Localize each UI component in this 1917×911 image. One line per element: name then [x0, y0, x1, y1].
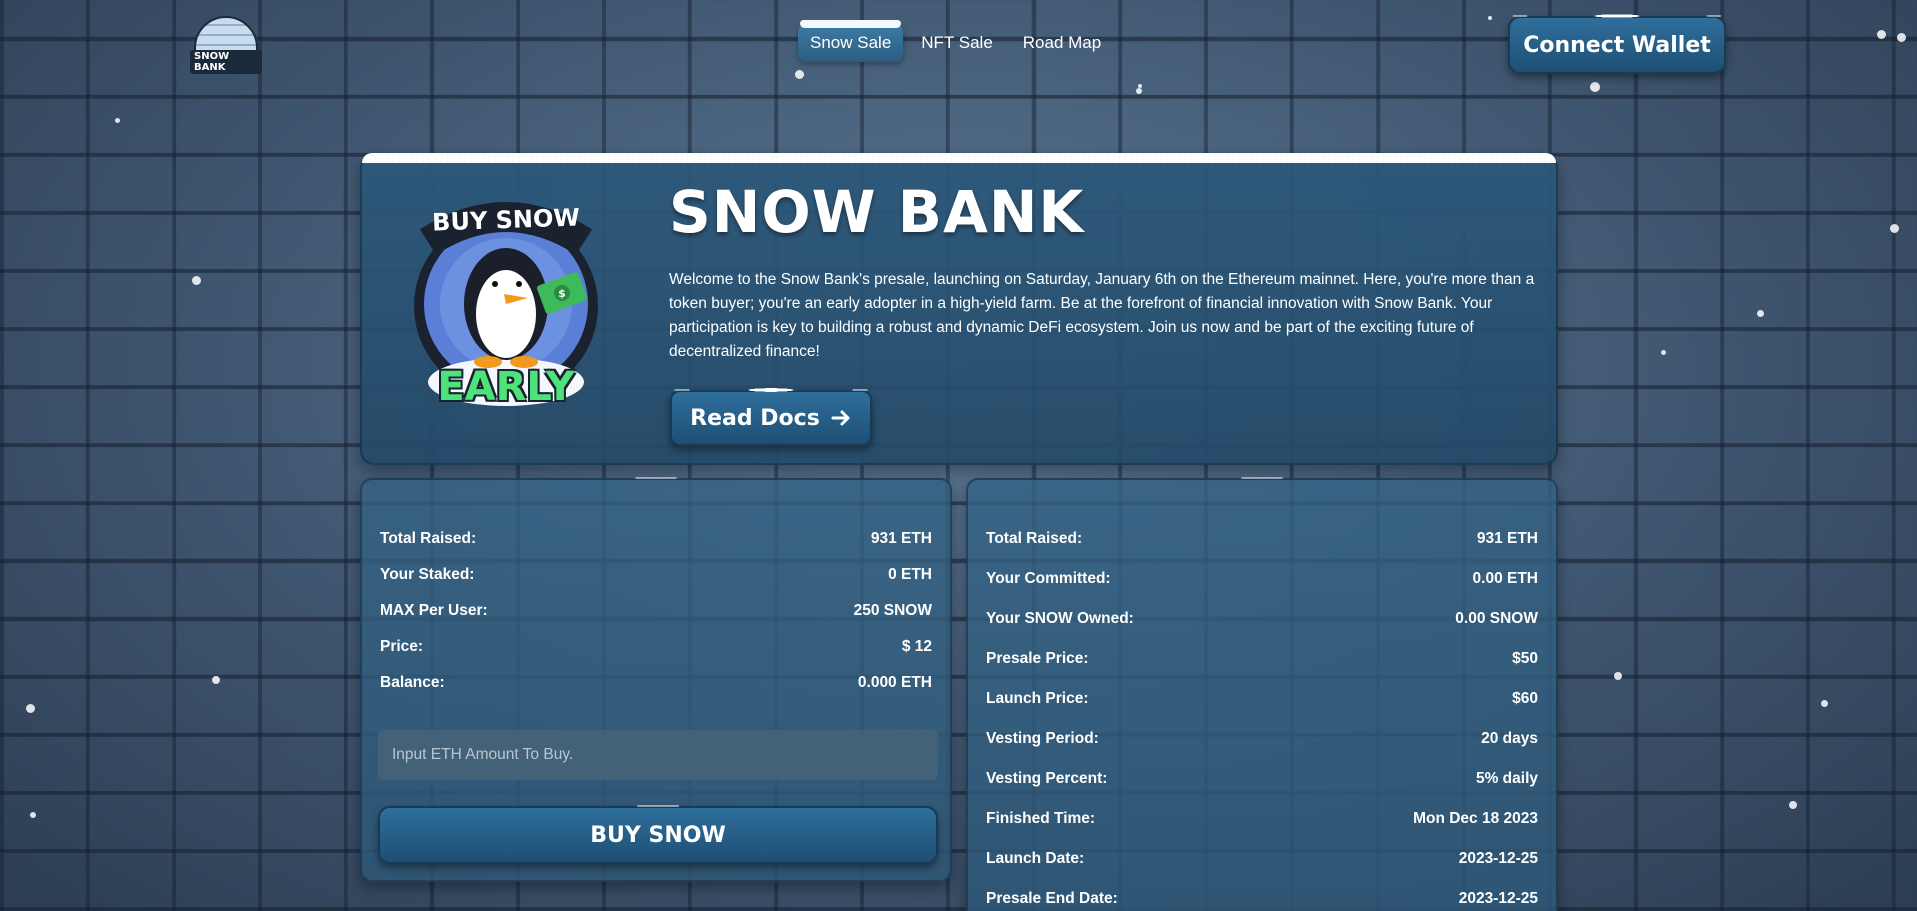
stat-row-balance: Balance: 0.000 ETH [380, 674, 932, 692]
stat-row-total-raised: Total Raised: 931 ETH [380, 530, 932, 548]
snowflake [1488, 16, 1492, 20]
buy-snow-button[interactable]: BUY SNOW [378, 802, 938, 864]
info-row-finished-time: Finished Time: Mon Dec 18 2023 [986, 810, 1538, 828]
snowflake [115, 118, 120, 123]
info-row-total-raised: Total Raised: 931 ETH [986, 530, 1538, 548]
stat-value: 0.000 ETH [857, 674, 932, 691]
stat-row-max-per-user: MAX Per User: 250 SNOW [380, 602, 932, 620]
info-row-presale-price: Presale Price: $50 [986, 650, 1538, 668]
svg-text:$: $ [558, 287, 566, 300]
snowcap [362, 474, 950, 486]
main-nav: Snow Sale NFT Sale Road Map [798, 20, 1113, 62]
info-value: Mon Dec 18 2023 [1413, 810, 1538, 827]
logo[interactable]: SNOW BANK [190, 16, 262, 74]
stat-label: Balance: [380, 674, 445, 691]
info-row-presale-end-date: Presale End Date: 2023-12-25 [986, 890, 1538, 908]
info-label: Your SNOW Owned: [986, 610, 1134, 627]
snowflake [1757, 310, 1764, 317]
info-value: $60 [1512, 690, 1538, 707]
info-row-vesting-percent: Vesting Percent: 5% daily [986, 770, 1538, 788]
info-value: 2023-12-25 [1458, 890, 1538, 907]
info-value: 5% daily [1475, 770, 1538, 787]
nav-nft-sale[interactable]: NFT Sale [909, 24, 1005, 62]
info-label: Launch Date: [986, 850, 1085, 867]
info-value: $50 [1512, 650, 1538, 667]
nav-snow-sale[interactable]: Snow Sale [798, 20, 904, 62]
stat-value: 0 ETH [888, 566, 932, 583]
buy-snow-label: BUY SNOW [590, 822, 726, 848]
snowflake [1614, 672, 1622, 680]
snowflake [1877, 30, 1886, 39]
connect-wallet-button[interactable]: Connect Wallet [1508, 12, 1726, 74]
info-label: Vesting Period: [986, 730, 1099, 747]
snowcap [968, 474, 1556, 486]
info-label: Finished Time: [986, 810, 1096, 827]
stat-label: Price: [380, 638, 424, 655]
hero-description: Welcome to the Snow Bank's presale, laun… [669, 271, 1535, 360]
nav-road-map[interactable]: Road Map [1011, 24, 1113, 62]
read-docs-button[interactable]: Read Docs [670, 386, 872, 446]
snowflake [1136, 88, 1142, 94]
snowflake [26, 704, 35, 713]
stat-value: 931 ETH [870, 530, 932, 547]
arrow-right-icon [831, 410, 850, 426]
stat-value: $ 12 [901, 638, 932, 655]
snowflake [1789, 801, 1797, 809]
snowflake [30, 812, 36, 818]
info-label: Total Raised: [986, 530, 1083, 547]
info-label: Presale Price: [986, 650, 1089, 667]
stat-label: Your Staked: [380, 566, 475, 583]
info-label: Launch Price: [986, 690, 1089, 707]
info-value: 0.00 ETH [1472, 570, 1538, 587]
snowflake [1890, 224, 1899, 233]
stat-row-price: Price: $ 12 [380, 638, 932, 656]
info-row-vesting-period: Vesting Period: 20 days [986, 730, 1538, 748]
snowcap [672, 386, 870, 398]
snowcap [380, 802, 936, 814]
info-label: Your Committed: [986, 570, 1111, 587]
info-label: Vesting Percent: [986, 770, 1108, 787]
info-value: 931 ETH [1476, 530, 1538, 547]
info-value: 2023-12-25 [1458, 850, 1538, 867]
presale-info-panel: Total Raised: 931 ETH Your Committed: 0.… [966, 474, 1558, 911]
snowflake [1897, 33, 1906, 42]
info-row-launch-date: Launch Date: 2023-12-25 [986, 850, 1538, 868]
info-label: Presale End Date: [986, 890, 1118, 907]
hero-title: SNOW BANK [669, 178, 1085, 246]
snowflake [212, 676, 220, 684]
info-row-snow-owned: Your SNOW Owned: 0.00 SNOW [986, 610, 1538, 628]
snowflake [192, 276, 201, 285]
stat-value: 250 SNOW [853, 602, 932, 619]
snowflake [1138, 84, 1142, 88]
connect-wallet-label: Connect Wallet [1523, 32, 1711, 58]
info-row-your-committed: Your Committed: 0.00 ETH [986, 570, 1538, 588]
read-docs-label: Read Docs [690, 405, 820, 431]
stat-label: Total Raised: [380, 530, 477, 547]
hero-card: $ BUY SNOW EARLY SNOW BANK Welcome to th… [360, 153, 1558, 465]
penguin-mascot-image: $ BUY SNOW EARLY [408, 186, 604, 426]
logo-text: SNOW BANK [190, 50, 262, 74]
snowflake [1821, 700, 1828, 707]
eth-amount-input[interactable] [378, 730, 938, 780]
buy-panel: Total Raised: 931 ETH Your Staked: 0 ETH… [360, 474, 952, 882]
snowcap [362, 153, 1556, 163]
info-value: 20 days [1481, 730, 1538, 747]
stat-label: MAX Per User: [380, 602, 488, 619]
snowcap [1510, 12, 1724, 24]
mascot-bottom-text: EARLY [437, 364, 575, 410]
snowflake [1590, 82, 1600, 92]
mascot-top-text: BUY SNOW [431, 203, 581, 237]
snowflake [1661, 350, 1666, 355]
info-value: 0.00 SNOW [1455, 610, 1538, 627]
info-row-launch-price: Launch Price: $60 [986, 690, 1538, 708]
stat-row-your-staked: Your Staked: 0 ETH [380, 566, 932, 584]
snowflake [795, 70, 804, 79]
